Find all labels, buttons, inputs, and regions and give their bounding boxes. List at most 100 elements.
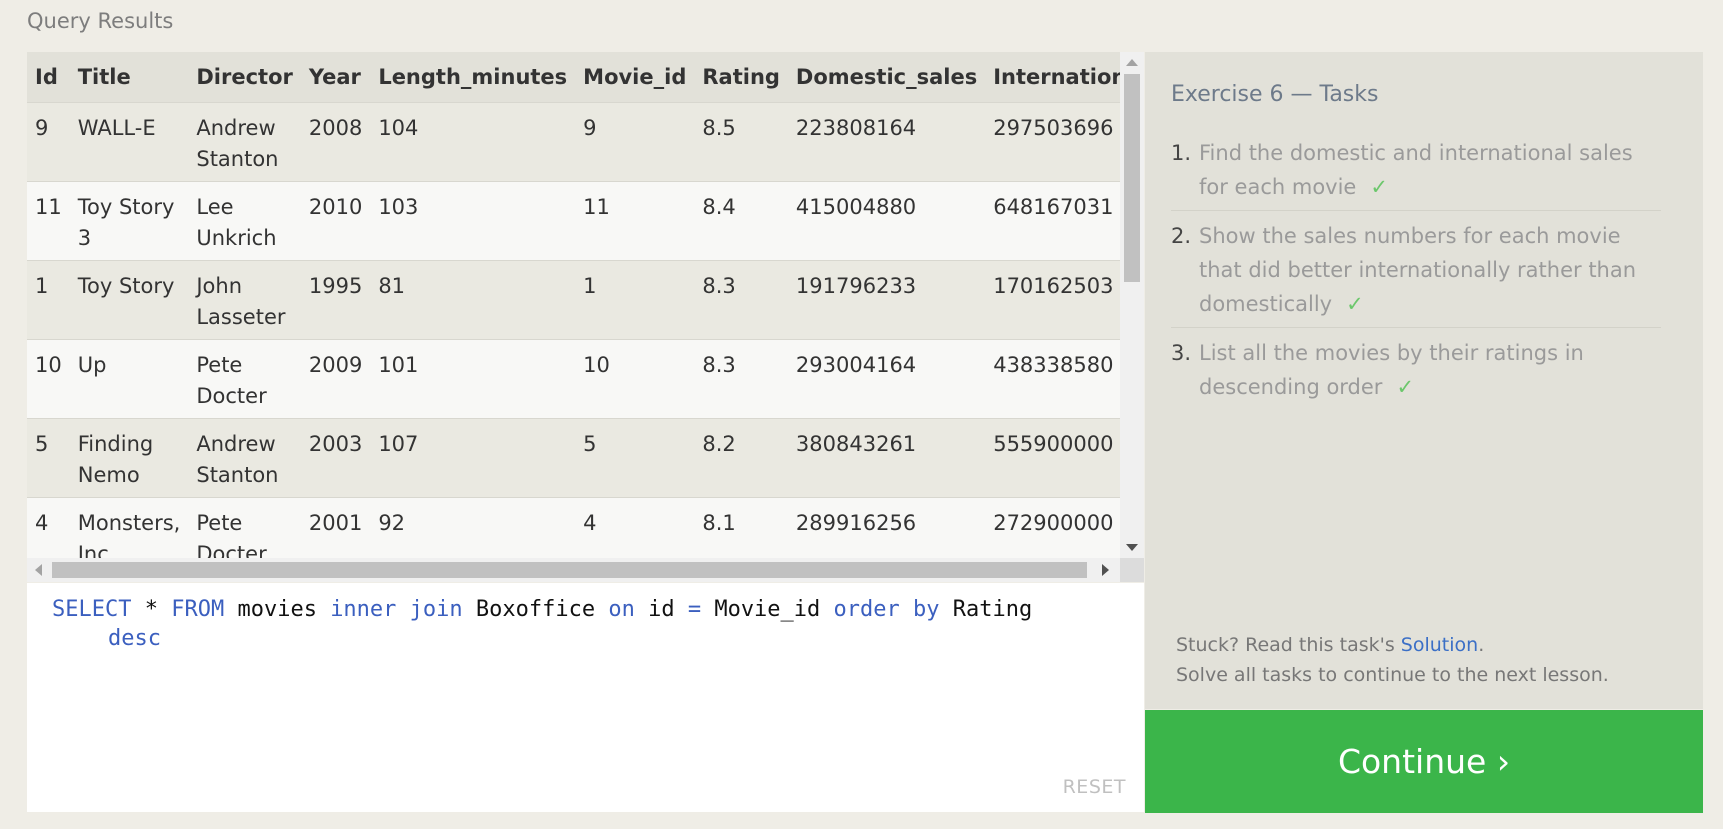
horizontal-scrollbar[interactable] [27, 558, 1144, 582]
sql-token: * [131, 597, 172, 622]
sql-token: id [634, 597, 688, 622]
table-cell: 4 [27, 497, 70, 558]
vertical-scroll-thumb[interactable] [1124, 74, 1140, 282]
table-cell: 170162503 [985, 260, 1120, 340]
column-header: Director [188, 52, 301, 103]
scrollbar-corner [1120, 558, 1144, 582]
table-cell: Andrew Stanton [188, 418, 301, 498]
table-cell: 293004164 [787, 339, 986, 419]
table-cell: Andrew Stanton [188, 102, 301, 182]
stuck-prefix: Stuck? Read this task's [1176, 634, 1401, 656]
task-text: Show the sales numbers for each movie th… [1199, 224, 1637, 316]
table-cell: 8.3 [694, 260, 788, 340]
table-cell: 103 [370, 181, 576, 261]
table-cell: 2010 [300, 181, 371, 261]
check-icon: ✓ [1346, 292, 1364, 316]
sql-keyword: = [687, 597, 702, 622]
table-cell: Monsters, Inc. [69, 497, 189, 558]
table-cell: 10 [575, 339, 695, 419]
column-header: Id [27, 52, 70, 103]
table-cell: Finding Nemo [69, 418, 189, 498]
table-row: 4 Monsters, Inc. Pete Docter 2001 92 4 8.1 2899… [27, 497, 1120, 558]
table-cell: WALL-E [69, 102, 189, 182]
task-number: 1. [1171, 141, 1192, 165]
sql-keyword: desc [108, 626, 161, 651]
sql-editor[interactable]: SELECT * FROM movies inner join Boxoffic… [27, 583, 1144, 812]
scroll-left-arrow-icon[interactable] [35, 564, 42, 576]
reset-button[interactable]: RESET [1063, 776, 1126, 798]
task-number: 3. [1171, 341, 1192, 365]
table-cell: Pete Docter [188, 497, 301, 558]
table-cell: 5 [575, 418, 695, 498]
table-cell: 380843261 [787, 418, 986, 498]
table-cell: 4 [575, 497, 695, 558]
scroll-down-arrow-icon[interactable] [1126, 544, 1138, 551]
table-cell: 555900000 [985, 418, 1120, 498]
table-cell: 223808164 [787, 102, 986, 182]
table-cell: 11 [27, 181, 70, 261]
stuck-suffix: . [1478, 634, 1485, 656]
table-cell: 415004880 [787, 181, 986, 261]
table-cell: 8.1 [694, 497, 788, 558]
table-cell: 2008 [300, 102, 371, 182]
table-cell: Toy Story [69, 260, 189, 340]
table-header-row: Id Title Director Year Length_minutes Movie_i… [27, 52, 1120, 103]
code-line: desc [52, 624, 1122, 653]
table-cell: 8.2 [694, 418, 788, 498]
horizontal-scroll-thumb[interactable] [52, 562, 1087, 578]
page-title: Query Results [27, 9, 174, 33]
continue-button[interactable]: Continue › [1145, 710, 1703, 813]
column-header: Domestic_sales [787, 52, 986, 103]
sql-keyword: FROM [171, 597, 225, 622]
table-cell: 1995 [300, 260, 371, 340]
column-header: Year [300, 52, 371, 103]
sql-token: Boxoffice [462, 597, 609, 622]
table-cell: 9 [27, 102, 70, 182]
solve-all-text: Solve all tasks to continue to the next … [1176, 664, 1609, 686]
table-cell: 297503696 [985, 102, 1120, 182]
table-cell: 8.3 [694, 339, 788, 419]
results-table-viewport[interactable]: Id Title Director Year Length_minutes Movie_i… [27, 52, 1120, 558]
solution-link[interactable]: Solution [1401, 634, 1478, 656]
table-cell: 104 [370, 102, 576, 182]
table-row: 9 WALL-E Andrew Stanton 2008 104 9 8.5 22380816… [27, 102, 1120, 182]
table-cell: 81 [370, 260, 576, 340]
column-header: Movie_id [575, 52, 695, 103]
column-header: International_sa [985, 52, 1120, 103]
scroll-right-arrow-icon[interactable] [1102, 564, 1109, 576]
scroll-up-arrow-icon[interactable] [1126, 59, 1138, 66]
table-cell: 191796233 [787, 260, 986, 340]
task-text: List all the movies by their ratings in … [1199, 341, 1584, 399]
table-cell: Pete Docter [188, 339, 301, 419]
table-cell: 8.4 [694, 181, 788, 261]
table-cell: 438338580 [985, 339, 1120, 419]
table-row: 1 Toy Story John Lasseter 1995 81 1 8.3 1917962… [27, 260, 1120, 340]
table-cell: Lee Unkrich [188, 181, 301, 261]
table-cell: 1 [575, 260, 695, 340]
table-cell: Toy Story 3 [69, 181, 189, 261]
table-row: 11 Toy Story 3 Lee Unkrich 2010 103 11 8.4 4150… [27, 181, 1120, 261]
task-item: 3. List all the movies by their ratings … [1171, 336, 1661, 410]
sql-keyword: on [608, 597, 635, 622]
results-table: Id Title Director Year Length_minutes Movie_i… [27, 52, 1120, 558]
column-header: Rating [694, 52, 788, 103]
table-cell: 2001 [300, 497, 371, 558]
sql-code[interactable]: SELECT * FROM movies inner join Boxoffic… [52, 595, 1122, 653]
task-item: 2. Show the sales numbers for each movie… [1171, 219, 1661, 328]
table-cell: John Lasseter [188, 260, 301, 340]
task-item: 1. Find the domestic and international s… [1171, 136, 1661, 211]
table-cell: Up [69, 339, 189, 419]
tasks-title: Exercise 6 — Tasks [1171, 82, 1379, 107]
table-cell: 92 [370, 497, 576, 558]
table-cell: 1 [27, 260, 70, 340]
table-cell: 107 [370, 418, 576, 498]
table-row: 10 Up Pete Docter 2009 101 10 8.3 293004164 4383… [27, 339, 1120, 419]
table-cell: 272900000 [985, 497, 1120, 558]
task-text: Find the domestic and international sale… [1199, 141, 1633, 199]
check-icon: ✓ [1396, 375, 1415, 399]
check-icon: ✓ [1370, 175, 1388, 199]
sql-keyword: order by [833, 597, 940, 622]
query-results-panel: Id Title Director Year Length_minutes Movie_i… [27, 52, 1144, 582]
sql-keyword: SELECT [52, 597, 132, 622]
vertical-scrollbar[interactable] [1120, 52, 1144, 558]
